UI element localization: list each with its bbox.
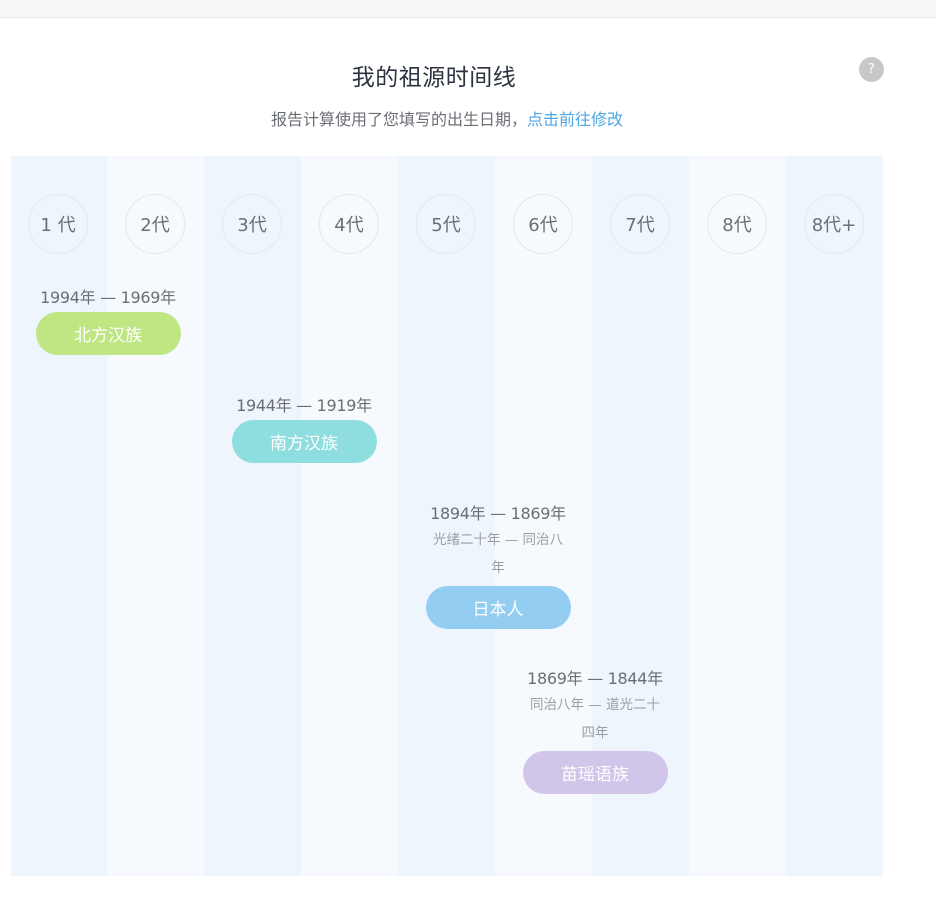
generation-badge: 2代 xyxy=(125,194,185,254)
entry-years: 1869年 — 1844年 xyxy=(527,669,663,688)
subtitle: 报告计算使用了您填写的出生日期，点击前往修改 xyxy=(0,106,894,130)
timeline-entry: 1944年 — 1919年 南方汉族 xyxy=(204,392,404,463)
entry-era: 同治八年 — 道光二十四年 xyxy=(529,697,661,741)
generation-column-9 xyxy=(786,156,883,876)
generation-badge: 5代 xyxy=(416,194,476,254)
entry-years: 1994年 — 1969年 xyxy=(40,288,176,307)
subtitle-text: 报告计算使用了您填写的出生日期， xyxy=(270,110,527,129)
page-title: 我的祖源时间线 xyxy=(351,65,517,91)
generation-badge: 6代 xyxy=(513,194,573,254)
generation-badge: 3代 xyxy=(222,194,282,254)
generation-column-4 xyxy=(301,156,398,876)
generation-column-3 xyxy=(204,156,301,876)
timeline-entry: 1894年 — 1869年 光绪二十年 — 同治八年 日本人 xyxy=(398,500,598,629)
help-icon[interactable]: ? xyxy=(859,57,884,82)
generation-badge: 7代 xyxy=(610,194,670,254)
entry-years: 1894年 — 1869年 xyxy=(430,504,566,523)
generation-badge: 8代+ xyxy=(804,194,864,254)
ancestry-pill[interactable]: 日本人 xyxy=(425,586,571,629)
edit-birthdate-link[interactable]: 点击前往修改 xyxy=(527,110,623,129)
ancestry-timeline: 1 代 2代 3代 4代 5代 6代 7代 8代 8代+ 1994年 — 196… xyxy=(11,156,883,876)
timeline-entry: 1994年 — 1969年 北方汉族 xyxy=(8,284,208,355)
generation-badge: 8代 xyxy=(707,194,767,254)
entry-era: 光绪二十年 — 同治八年 xyxy=(432,532,564,576)
generation-badge: 4代 xyxy=(319,194,379,254)
ancestry-pill[interactable]: 北方汉族 xyxy=(35,312,181,355)
top-bar xyxy=(0,0,936,18)
timeline-entry: 1869年 — 1844年 同治八年 — 道光二十四年 苗瑶语族 xyxy=(495,665,695,794)
generation-column-1 xyxy=(11,156,107,876)
generation-column-8 xyxy=(689,156,786,876)
entry-years: 1944年 — 1919年 xyxy=(236,396,372,415)
ancestry-pill[interactable]: 南方汉族 xyxy=(231,420,377,463)
generation-badge: 1 代 xyxy=(28,194,88,254)
ancestry-pill[interactable]: 苗瑶语族 xyxy=(522,751,668,794)
generation-column-2 xyxy=(107,156,204,876)
